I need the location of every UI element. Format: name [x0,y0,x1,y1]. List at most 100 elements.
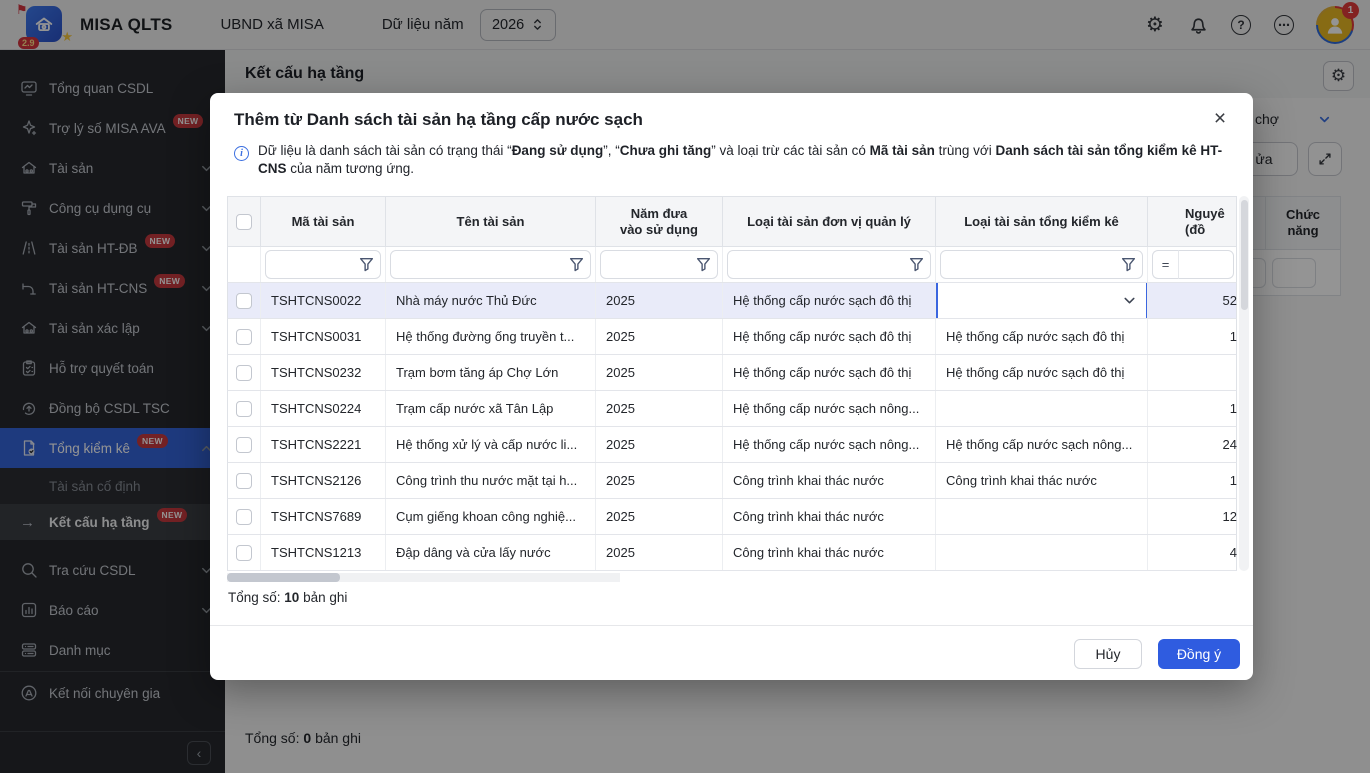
cell-type-inventory [936,499,1148,534]
add-assets-modal: Thêm từ Danh sách tài sản hạ tầng cấp nư… [210,93,1253,680]
info-text: Dữ liệu là danh sách tài sản có trạng th… [258,142,1227,178]
filter-cell-checkbox [228,247,261,282]
table-row[interactable]: TSHTCNS7689Cụm giếng khoan công nghiệ...… [227,499,1237,535]
cell-year: 2025 [596,427,723,462]
cell-code: TSHTCNS1213 [261,535,386,570]
cell-type-inventory: Hệ thống cấp nước sạch đô thị [936,355,1148,390]
filter-cell-year [596,247,723,282]
cell-cost: 4 [1148,535,1238,570]
confirm-button[interactable]: Đồng ý [1158,639,1240,669]
row-checkbox[interactable] [236,437,252,453]
table-row[interactable]: TSHTCNS2221Hệ thống xử lý và cấp nước li… [227,427,1237,463]
table-filter-row: = [227,246,1237,283]
cell-type-unit: Hệ thống cấp nước sạch nông... [723,427,936,462]
modal-info: i Dữ liệu là danh sách tài sản có trạng … [234,142,1227,178]
cell-year: 2025 [596,499,723,534]
cell-type-unit: Công trình khai thác nước [723,499,936,534]
equals-operator[interactable]: = [1152,250,1178,279]
cell-type-unit: Công trình khai thác nước [723,535,936,570]
footer-divider [210,625,1253,626]
cell-year: 2025 [596,463,723,498]
filter-input-cost[interactable] [1178,250,1234,279]
filter-funnel-icon[interactable] [358,256,375,278]
cell-type-inventory: Công trình khai thác nước [936,463,1148,498]
cell-type-unit: Hệ thống cấp nước sạch đô thị [723,355,936,390]
vertical-scrollbar-thumb[interactable] [1241,200,1248,310]
row-checkbox[interactable] [236,293,252,309]
cell-type-unit: Công trình khai thác nước [723,463,936,498]
vertical-scrollbar[interactable] [1239,196,1249,571]
table-row[interactable]: TSHTCNS2126Công trình thu nước mặt tại h… [227,463,1237,499]
cell-code: TSHTCNS0022 [261,283,386,318]
table-row[interactable]: TSHTCNS0022Nhà máy nước Thủ Đức2025Hệ th… [227,283,1237,319]
cell-code: TSHTCNS0224 [261,391,386,426]
cell-year: 2025 [596,391,723,426]
cell-checkbox [228,463,261,498]
cell-checkbox [228,355,261,390]
horizontal-scrollbar[interactable] [227,573,620,582]
cell-type-inventory: Hệ thống cấp nước sạch đô thị [936,319,1148,354]
table-header-row: Mã tài sảnTên tài sảnNăm đưa vào sử dụng… [227,196,1237,246]
cell-name: Trạm cấp nước xã Tân Lập [386,391,596,426]
cell-cost: 1 [1148,463,1238,498]
modal-title: Thêm từ Danh sách tài sản hạ tầng cấp nư… [234,110,643,130]
filter-funnel-icon[interactable] [695,256,712,278]
column-header-ten-tai-san: Tên tài sản [386,197,596,246]
cell-checkbox [228,427,261,462]
filter-input-type_inventory[interactable] [941,251,1142,278]
filter-cell-cost: = [1148,247,1238,282]
table-row[interactable]: TSHTCNS0031Hệ thống đường ống truyền t..… [227,319,1237,355]
cell-checkbox [228,499,261,534]
cell-type-unit: Hệ thống cấp nước sạch đô thị [723,319,936,354]
cell-cost: 1 [1148,319,1238,354]
cell-cost: 12 [1148,499,1238,534]
select-all-checkbox[interactable] [236,214,252,230]
modal-total: Tổng số: 10 bản ghi [228,590,347,605]
cell-checkbox [228,283,261,318]
inventory-type-dropdown[interactable] [936,283,1148,318]
cell-cost: 1 [1148,391,1238,426]
column-header-checkbox [228,197,261,246]
cell-type-inventory [936,391,1148,426]
app-window: ⚑ ★ 2.9 MISA QLTS UBND xã MISA Dữ liệu n… [0,0,1370,773]
filter-input-name[interactable] [391,251,590,278]
row-checkbox[interactable] [236,401,252,417]
row-checkbox[interactable] [236,545,252,561]
filter-funnel-icon[interactable] [1120,256,1137,278]
cell-year: 2025 [596,283,723,318]
modal-footer: Hủy Đồng ý [1074,639,1240,669]
assets-table: Mã tài sảnTên tài sảnNăm đưa vào sử dụng… [227,196,1237,571]
filter-input-type_unit[interactable] [728,251,930,278]
cancel-button[interactable]: Hủy [1074,639,1142,669]
row-checkbox[interactable] [236,509,252,525]
cell-name: Trạm bơm tăng áp Chợ Lớn [386,355,596,390]
table-row[interactable]: TSHTCNS0224Trạm cấp nước xã Tân Lập2025H… [227,391,1237,427]
filter-funnel-icon[interactable] [568,256,585,278]
cell-cost: 24 [1148,427,1238,462]
cell-code: TSHTCNS2221 [261,427,386,462]
cell-name: Hệ thống xử lý và cấp nước li... [386,427,596,462]
table-row[interactable]: TSHTCNS1213Đập dâng và cửa lấy nước2025C… [227,535,1237,571]
row-checkbox[interactable] [236,365,252,381]
close-icon[interactable]: × [1207,106,1233,132]
filter-cell-type_inventory [936,247,1148,282]
cell-type-inventory [936,535,1148,570]
cell-code: TSHTCNS0031 [261,319,386,354]
cell-type-unit: Hệ thống cấp nước sạch đô thị [723,283,936,318]
column-header-ma-tai-san: Mã tài sản [261,197,386,246]
row-checkbox[interactable] [236,473,252,489]
filter-funnel-icon[interactable] [908,256,925,278]
filter-cell-code [261,247,386,282]
info-icon: i [234,146,249,161]
cell-cost [1148,355,1238,390]
cell-checkbox [228,391,261,426]
horizontal-scrollbar-thumb[interactable] [227,573,340,582]
cell-name: Đập dâng và cửa lấy nước [386,535,596,570]
row-checkbox[interactable] [236,329,252,345]
cell-type-inventory [936,283,1148,318]
cell-checkbox [228,319,261,354]
cell-name: Cụm giếng khoan công nghiệ... [386,499,596,534]
cell-type-unit: Hệ thống cấp nước sạch nông... [723,391,936,426]
column-header-nguye-do: Nguyê (đồ [1148,197,1238,246]
table-row[interactable]: TSHTCNS0232Trạm bơm tăng áp Chợ Lớn2025H… [227,355,1237,391]
